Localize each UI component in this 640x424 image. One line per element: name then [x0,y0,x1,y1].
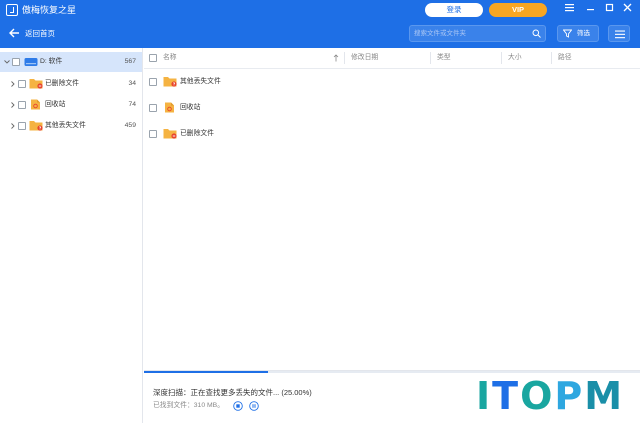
watermark-letter: O [520,374,555,418]
row-checkbox[interactable] [149,104,157,112]
back-home-link[interactable]: 返回首页 [25,29,55,39]
watermark-letter: M [584,374,625,418]
scan-status-text: 深度扫描：正在查找更多丢失的文件... (25.00%) [153,388,312,397]
tree-count: 567 [124,58,136,65]
column-divider[interactable] [430,52,431,64]
chevron-down-icon[interactable] [3,58,11,66]
deleted-folder-icon [163,129,177,139]
column-header-modified[interactable]: 修改日期 [351,53,378,63]
file-list-panel: 名称 修改日期 类型 大小 路径 其他丢失文件 回收站 已删除文件 [144,48,640,370]
chevron-right-icon[interactable] [9,80,17,88]
recycle-bin-icon [165,102,174,113]
column-header-size[interactable]: 大小 [508,53,522,63]
lost-folder-icon [163,77,177,87]
folder-tree-sidebar: D: 软件 567 已删除文件 34 回收站 74 其他丢失文件 459 [0,48,143,423]
select-all-checkbox[interactable] [149,54,157,62]
recycle-bin-icon [31,99,40,110]
sort-arrow-up-icon[interactable] [333,54,339,62]
tree-checkbox[interactable] [18,122,26,130]
tree-label: 回收站 [45,101,66,108]
app-title: 傲梅恢复之星 [22,5,77,15]
column-divider[interactable] [551,52,552,64]
filter-icon [563,29,572,38]
back-arrow-icon[interactable] [8,27,20,39]
drive-icon [24,58,38,66]
search-input[interactable] [414,26,524,41]
maximize-icon[interactable] [602,3,616,17]
minimize-icon[interactable] [583,3,597,17]
column-divider[interactable] [501,52,502,64]
watermark-logo: ITOPM [476,374,632,418]
stop-scan-icon[interactable] [233,401,243,411]
view-menu-button[interactable] [608,25,630,42]
table-row[interactable]: 已删除文件 [144,122,640,146]
tree-count: 74 [128,101,136,108]
close-icon[interactable] [620,3,634,17]
drive-checkbox[interactable] [12,58,20,66]
table-row[interactable]: 回收站 [144,96,640,120]
tree-label: 其他丢失文件 [45,122,86,129]
file-name: 回收站 [180,104,201,111]
tree-item-recycle-bin[interactable]: 回收站 74 [0,95,142,115]
tree-checkbox[interactable] [18,80,26,88]
tree-checkbox[interactable] [18,101,26,109]
title-bar: 傲梅恢复之星 登录 VIP 返回首页 筛选 [0,0,640,48]
found-size-text: 已找到文件：310 MB。 [153,402,225,409]
tree-label: 已删除文件 [45,80,79,87]
search-icon[interactable] [532,29,541,38]
login-button[interactable]: 登录 [425,3,483,17]
file-name: 已删除文件 [180,130,214,137]
menu-hamburger-icon[interactable] [562,3,576,17]
table-row[interactable]: 其他丢失文件 [144,70,640,94]
app-logo-icon [6,4,18,16]
deleted-folder-icon [29,79,43,89]
tree-item-drive[interactable]: D: 软件 567 [0,52,142,72]
list-menu-icon [615,30,625,39]
tree-count: 34 [128,80,136,87]
column-header-name[interactable]: 名称 [163,53,177,63]
table-header: 名称 修改日期 类型 大小 路径 [144,48,640,69]
tree-item-other-lost-files[interactable]: 其他丢失文件 459 [0,116,142,136]
tree-count: 459 [124,122,136,129]
scan-progress-fill [144,371,268,373]
column-divider[interactable] [344,52,345,64]
watermark-letter: P [554,374,585,418]
chevron-right-icon[interactable] [9,101,17,109]
row-checkbox[interactable] [149,78,157,86]
chevron-right-icon[interactable] [9,122,17,130]
filter-button[interactable]: 筛选 [557,25,599,42]
row-checkbox[interactable] [149,130,157,138]
file-name: 其他丢失文件 [180,78,221,85]
watermark-letter: I [476,374,493,418]
filter-label: 筛选 [577,30,590,37]
pause-scan-icon[interactable] [249,401,259,411]
lost-folder-icon [29,121,43,131]
vip-button[interactable]: VIP [489,3,547,17]
column-header-type[interactable]: 类型 [437,53,451,63]
scan-progress-bar [144,371,640,373]
watermark-letter: T [492,374,521,418]
tree-label: D: 软件 [40,58,63,65]
column-header-path[interactable]: 路径 [558,53,572,63]
tree-item-deleted-files[interactable]: 已删除文件 34 [0,74,142,94]
search-box [409,25,546,42]
